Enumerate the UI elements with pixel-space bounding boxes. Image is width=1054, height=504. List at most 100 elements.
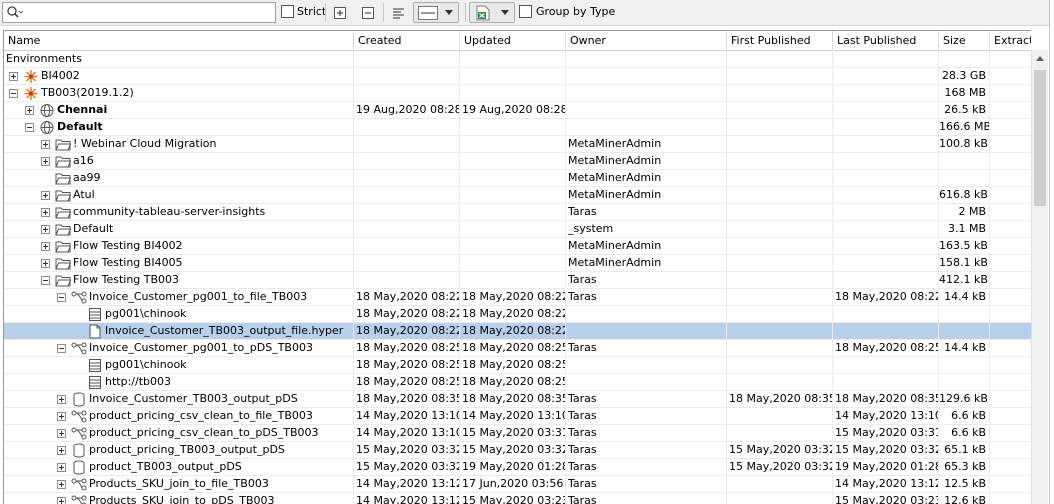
expand-icon[interactable] — [41, 259, 50, 268]
search-input[interactable] — [25, 4, 273, 21]
expand-icon[interactable] — [57, 463, 66, 472]
tree-row[interactable]: TB003(2019.1.2) 168 MB — [4, 85, 1031, 102]
expand-icon[interactable] — [57, 412, 66, 421]
collapse-icon[interactable] — [41, 276, 50, 285]
search-box[interactable] — [2, 2, 276, 23]
strict-checkbox[interactable] — [281, 5, 294, 18]
last-published-cell — [833, 51, 939, 68]
first-published-cell — [727, 221, 833, 238]
collapse-icon[interactable] — [57, 293, 66, 302]
tree-row[interactable]: Flow Testing BI4002 MetaMinerAdmin 163.5 k… — [4, 238, 1031, 255]
collapse-icon[interactable] — [9, 89, 18, 98]
tree-row[interactable]: Products_SKU_join_to_pDS_TB003 14 May,202… — [4, 493, 1031, 504]
tree-item-label: product_TB003_output_pDS — [89, 460, 242, 473]
tree-row[interactable]: ! Webinar Cloud Migration MetaMinerAdmin 1… — [4, 136, 1031, 153]
collapse-all-button[interactable] — [357, 3, 377, 22]
size-cell: 129.6 kB — [939, 391, 990, 408]
updated-cell: 15 May,2020 03:32 — [460, 442, 566, 459]
column-header-first-published[interactable]: First Published — [727, 31, 833, 51]
expand-icon[interactable] — [9, 72, 18, 81]
created-cell — [354, 119, 460, 136]
updated-cell: 19 May,2020 01:28 — [460, 459, 566, 476]
tree-item-label: pg001\chinook — [105, 358, 187, 371]
created-cell — [354, 85, 460, 102]
expand-icon[interactable] — [57, 429, 66, 438]
expand-all-button[interactable] — [329, 3, 349, 22]
last-published-cell — [833, 238, 939, 255]
tree-row[interactable]: a16 MetaMinerAdmin — [4, 153, 1031, 170]
tree-row[interactable]: product_pricing_csv_clean_to_file_TB003 1… — [4, 408, 1031, 425]
tree-row[interactable]: Invoice_Customer_pg001_to_file_TB003 18 M… — [4, 289, 1031, 306]
tree-row[interactable]: pg001\chinook 18 May,2020 08:25 18 May,202… — [4, 357, 1031, 374]
line-style-icon — [418, 6, 438, 20]
folder-icon — [55, 273, 71, 288]
column-header-size[interactable]: Size — [939, 31, 990, 51]
size-cell: 65.3 kB — [939, 459, 990, 476]
expand-icon[interactable] — [57, 395, 66, 404]
created-cell: 18 May,2020 08:25 — [354, 340, 460, 357]
column-header-created[interactable]: Created — [354, 31, 460, 51]
name-cell: Flow Testing BI4002 — [4, 238, 354, 255]
column-header-name[interactable]: Name — [4, 31, 354, 51]
excel-export-icon — [476, 5, 490, 21]
expand-icon[interactable] — [57, 446, 66, 455]
collapse-icon[interactable] — [57, 344, 66, 353]
tree-row[interactable]: product_TB003_output_pDS 15 May,2020 03:3… — [4, 459, 1031, 476]
group-by-type-checkbox[interactable] — [519, 5, 532, 18]
tree-row[interactable]: product_pricing_csv_clean_to_pDS_TB003 14… — [4, 425, 1031, 442]
column-header-updated[interactable]: Updated — [460, 31, 566, 51]
updated-cell — [460, 238, 566, 255]
last-published-cell — [833, 357, 939, 374]
tree-item-label: product_pricing_csv_clean_to_pDS_TB003 — [89, 426, 319, 439]
align-button[interactable] — [388, 3, 408, 22]
tree-row[interactable]: Default 166.6 MB — [4, 119, 1031, 136]
expand-icon[interactable] — [41, 157, 50, 166]
tree-row[interactable]: Flow Testing BI4005 MetaMinerAdmin 158.1 k… — [4, 255, 1031, 272]
tree-row[interactable]: Products_SKU_join_to_file_TB003 14 May,20… — [4, 476, 1031, 493]
column-header-owner[interactable]: Owner — [566, 31, 727, 51]
expand-icon[interactable] — [41, 225, 50, 234]
tree-row[interactable]: http://tb003 18 May,2020 08:25 18 May,2020… — [4, 374, 1031, 391]
excel-export-dropdown[interactable] — [469, 2, 515, 23]
expand-icon[interactable] — [57, 497, 66, 504]
expand-icon[interactable] — [57, 480, 66, 489]
tree-row[interactable]: Invoice_Customer_pg001_to_pDS_TB003 18 Ma… — [4, 340, 1031, 357]
scrollbar-thumb[interactable] — [1034, 70, 1046, 206]
vertical-scrollbar[interactable] — [1031, 50, 1048, 504]
tree-row[interactable]: product_pricing_TB003_output_pDS 15 May,2… — [4, 442, 1031, 459]
tree-row[interactable]: Chennai 19 Aug,2020 08:28 19 Aug,2020 08:2… — [4, 102, 1031, 119]
expand-icon[interactable] — [41, 242, 50, 251]
tree-row[interactable]: pg001\chinook 18 May,2020 08:22 18 May,202… — [4, 306, 1031, 323]
expand-icon[interactable] — [41, 140, 50, 149]
extracted-cell — [990, 119, 1031, 136]
tree-row[interactable]: BI4002 28.3 GB — [4, 68, 1031, 85]
line-style-dropdown[interactable] — [413, 2, 459, 23]
scroll-up-icon[interactable] — [1036, 56, 1044, 61]
column-header-last-published[interactable]: Last Published — [833, 31, 939, 51]
tree-item-label: Default — [57, 120, 103, 133]
name-cell: Flow Testing BI4005 — [4, 255, 354, 272]
collapse-icon[interactable] — [25, 123, 34, 132]
updated-cell: 18 May,2020 08:25 — [460, 357, 566, 374]
size-cell: 6.6 kB — [939, 408, 990, 425]
extracted-cell — [990, 187, 1031, 204]
owner-cell — [566, 85, 727, 102]
tree-item-label: Flow Testing TB003 — [73, 273, 180, 286]
expand-icon[interactable] — [41, 208, 50, 217]
tree-row[interactable]: Invoice_Customer_TB003_output_file.hyper… — [4, 323, 1031, 340]
tree-row[interactable]: Invoice_Customer_TB003_output_pDS 18 May,… — [4, 391, 1031, 408]
expand-icon[interactable] — [25, 106, 34, 115]
tree-row[interactable]: community-tableau-server-insights Taras 2 … — [4, 204, 1031, 221]
last-published-cell — [833, 204, 939, 221]
flow-icon — [71, 341, 87, 356]
flow-icon — [71, 426, 87, 441]
updated-cell — [460, 170, 566, 187]
tree-row[interactable]: Atul MetaMinerAdmin 616.8 kB — [4, 187, 1031, 204]
expand-icon[interactable] — [41, 191, 50, 200]
column-header-extracted[interactable]: Extracte — [990, 31, 1031, 51]
tree-row[interactable]: aa99 MetaMinerAdmin — [4, 170, 1031, 187]
tree-row[interactable]: Environments — [4, 51, 1031, 68]
tree-row[interactable]: Default _system 3.1 MB — [4, 221, 1031, 238]
tree-row[interactable]: Flow Testing TB003 Taras 412.1 kB — [4, 272, 1031, 289]
tree-item-label: Invoice_Customer_pg001_to_file_TB003 — [89, 290, 308, 303]
